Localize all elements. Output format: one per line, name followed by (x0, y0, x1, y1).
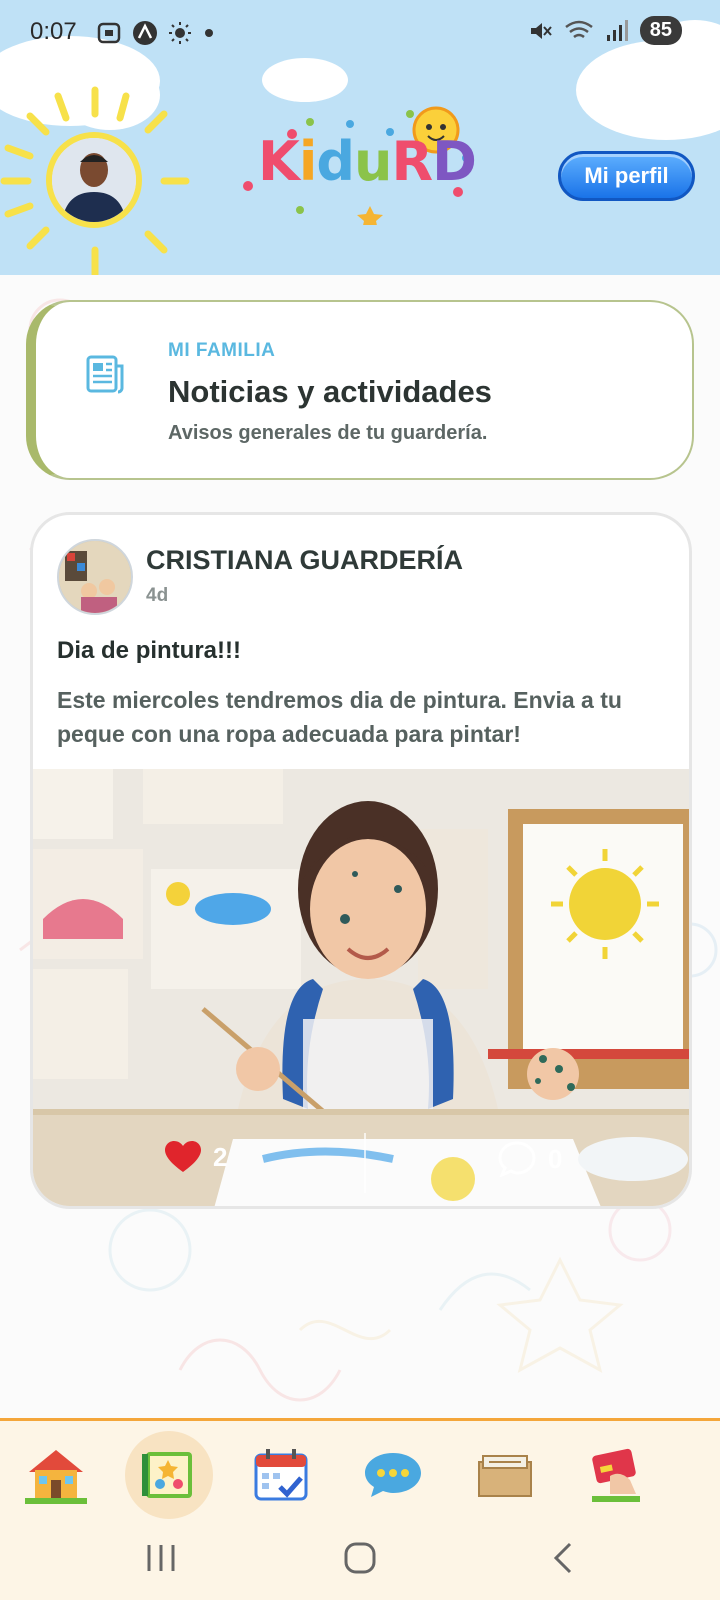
avatar-sun-frame[interactable] (0, 86, 190, 275)
cloud-decoration (262, 58, 348, 102)
logo-text: KiduRD (258, 130, 477, 193)
comment-button[interactable]: 0 (498, 1141, 562, 1177)
author-avatar[interactable] (57, 539, 133, 615)
payment-card-icon (592, 1448, 640, 1502)
nav-news[interactable] (125, 1431, 213, 1519)
screenshot-icon (97, 22, 121, 44)
comment-count: 0 (548, 1143, 563, 1174)
status-bar: 0:07 85 (0, 0, 720, 64)
heart-icon (165, 1141, 201, 1172)
system-navigation-bar (0, 1526, 720, 1600)
user-photo (52, 138, 136, 222)
newspaper-icon (86, 355, 124, 394)
notification-dot-icon (205, 29, 213, 37)
nav-payments[interactable] (578, 1437, 654, 1513)
post-card[interactable]: CRISTIANA GUARDERÍA 4d Dia de pintura!!!… (30, 512, 692, 1209)
post-body: Este miercoles tendremos dia de pintura.… (57, 687, 622, 747)
status-time: 0:07 (30, 18, 77, 45)
bottom-navigation (0, 1418, 720, 1526)
status-icons-right: 85 (528, 16, 682, 45)
nav-messages[interactable] (355, 1437, 431, 1513)
status-icons-left (96, 20, 216, 46)
box-icon (478, 1455, 532, 1497)
back-icon[interactable] (550, 1540, 576, 1576)
section-subtitle: Avisos generales de tu guardería. (168, 422, 488, 444)
avatar[interactable] (46, 132, 142, 228)
section-eyebrow: MI FAMILIA (168, 340, 276, 361)
like-button[interactable]: 2 (165, 1141, 227, 1173)
my-profile-button[interactable]: Mi perfil (558, 151, 695, 201)
house-icon (25, 1450, 87, 1504)
navigation-app-icon (133, 21, 157, 45)
mute-icon (530, 22, 552, 39)
recent-apps-icon[interactable] (144, 1540, 178, 1576)
news-book-icon (142, 1452, 192, 1498)
post-actions-bar: 2 0 (33, 1115, 689, 1206)
battery-indicator: 85 (639, 16, 682, 45)
news-section-card: MI FAMILIA Noticias y actividades Avisos… (26, 300, 694, 480)
like-count: 2 (213, 1141, 228, 1172)
brightness-icon (169, 22, 191, 44)
actions-divider (364, 1133, 366, 1193)
nav-calendar[interactable] (243, 1437, 319, 1513)
comment-bubble-icon (498, 1141, 536, 1177)
wifi-icon (564, 20, 593, 38)
app-header: 0:07 85 KiduRD Mi perfil (0, 0, 720, 275)
app-logo: KiduRD (240, 100, 480, 225)
calendar-check-icon (254, 1449, 308, 1501)
signal-icon (606, 19, 628, 41)
daycare-photo (59, 541, 131, 613)
home-system-icon[interactable] (342, 1540, 378, 1576)
post-age: 4d (146, 585, 169, 606)
nav-home[interactable] (18, 1437, 94, 1513)
chat-bubble-icon (365, 1453, 421, 1497)
section-title: Noticias y actividades (168, 374, 492, 409)
post-author[interactable]: CRISTIANA GUARDERÍA (146, 545, 463, 576)
nav-box[interactable] (467, 1437, 543, 1513)
post-title: Dia de pintura!!! (57, 637, 241, 664)
